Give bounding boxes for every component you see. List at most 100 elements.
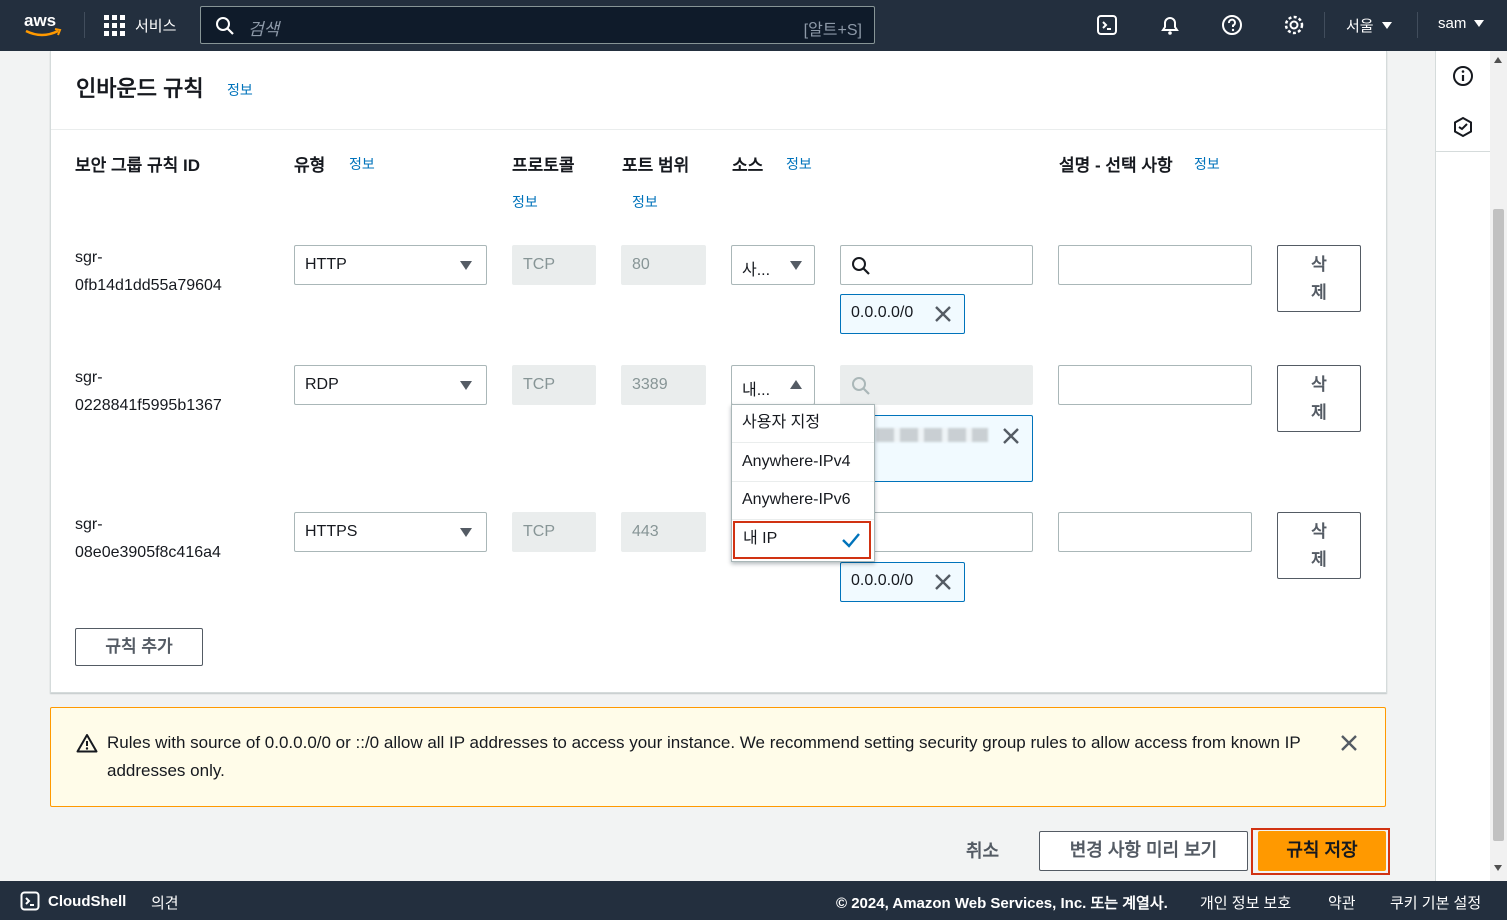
dropdown-option-anywhere-ipv4[interactable]: Anywhere-IPv4 <box>732 444 874 482</box>
rule-id-prefix: sgr- <box>75 249 103 266</box>
delete-label-line2: 제 <box>1311 550 1327 569</box>
cloudshell-icon[interactable] <box>1096 14 1118 36</box>
dropdown-option-my-ip[interactable]: 내 IP <box>733 521 871 559</box>
type-select[interactable]: HTTP <box>294 245 487 285</box>
rule-id: sgr- 0fb14d1dd55a79604 <box>75 244 222 300</box>
col-description: 설명 - 선택 사항 <box>1059 156 1173 175</box>
source-value: 사... <box>742 262 771 279</box>
panel-header: 인바운드 규칙 정보 <box>51 51 1386 130</box>
status-icon[interactable] <box>1452 116 1474 138</box>
close-icon[interactable] <box>934 573 952 591</box>
delete-label-line2: 제 <box>1311 283 1327 302</box>
redacted-ip <box>876 428 988 442</box>
delete-button[interactable]: 삭 제 <box>1277 245 1361 312</box>
rule-id-value: 08e0e3905f8c416a4 <box>75 544 221 561</box>
feedback-link[interactable]: 의견 <box>151 892 179 913</box>
source-dropdown-menu: 사용자 지정 Anywhere-IPv4 Anywhere-IPv6 내 IP <box>731 404 875 562</box>
services-menu[interactable]: 서비스 <box>104 15 176 36</box>
footer: CloudShell 의견 © 2024, Amazon Web Service… <box>0 881 1507 920</box>
close-icon[interactable] <box>1002 427 1020 445</box>
right-rail <box>1435 51 1491 881</box>
caret-down-icon <box>460 381 472 390</box>
scroll-down-arrow[interactable] <box>1494 865 1502 871</box>
cookie-preferences-link[interactable]: 쿠키 기본 설정 <box>1390 892 1481 913</box>
port-value: 443 <box>632 523 659 540</box>
cidr-token: 0.0.0.0/0 <box>840 562 965 602</box>
preview-changes-button[interactable]: 변경 사항 미리 보기 <box>1039 831 1248 871</box>
add-rule-button[interactable]: 규칙 추가 <box>75 628 203 666</box>
nav-divider <box>84 12 85 38</box>
delete-label-line1: 삭 <box>1311 375 1327 394</box>
user-menu[interactable]: sam <box>1438 15 1485 32</box>
cloudshell-link[interactable]: CloudShell <box>20 891 126 911</box>
gear-icon[interactable] <box>1283 14 1305 36</box>
cidr-search-input[interactable] <box>840 245 1033 285</box>
port-info-link[interactable]: 정보 <box>632 192 658 212</box>
type-select[interactable]: RDP <box>294 365 487 405</box>
panel-info-link[interactable]: 정보 <box>227 80 253 100</box>
description-info-link[interactable]: 정보 <box>1194 154 1220 174</box>
copyright: © 2024, Amazon Web Services, Inc. 또는 계열사… <box>836 895 1168 912</box>
warning-icon <box>76 734 98 753</box>
scrollbar[interactable] <box>1490 51 1507 881</box>
port-field: 3389 <box>621 365 706 405</box>
col-port-range: 포트 범위 <box>622 156 690 175</box>
close-icon[interactable] <box>934 305 952 323</box>
cancel-button[interactable]: 취소 <box>966 837 999 863</box>
protocol-info-link[interactable]: 정보 <box>512 192 538 212</box>
dropdown-option-custom[interactable]: 사용자 지정 <box>732 405 874 443</box>
delete-button[interactable]: 삭 제 <box>1277 512 1361 579</box>
caret-down-icon <box>1474 20 1485 27</box>
region-selector[interactable]: 서울 <box>1346 15 1392 36</box>
delete-button[interactable]: 삭 제 <box>1277 365 1361 432</box>
type-value: HTTP <box>305 256 347 273</box>
source-info-link[interactable]: 정보 <box>786 154 812 174</box>
close-icon[interactable] <box>1339 733 1359 753</box>
protocol-field: TCP <box>512 245 596 285</box>
region-label: 서울 <box>1346 18 1374 35</box>
delete-label-line2: 제 <box>1311 403 1327 422</box>
search-icon <box>852 377 870 395</box>
bell-icon[interactable] <box>1159 14 1181 36</box>
help-icon[interactable] <box>1221 14 1243 36</box>
rule-id-value: 0fb14d1dd55a79604 <box>75 277 222 294</box>
dropdown-option-anywhere-ipv6[interactable]: Anywhere-IPv6 <box>732 482 874 520</box>
rule-id-prefix: sgr- <box>75 516 103 533</box>
description-input[interactable] <box>1058 245 1252 285</box>
info-icon[interactable] <box>1452 65 1474 87</box>
type-info-link[interactable]: 정보 <box>349 154 375 174</box>
services-label: 서비스 <box>135 18 177 35</box>
scroll-thumb[interactable] <box>1493 209 1504 841</box>
port-field: 443 <box>621 512 706 552</box>
rule-id-value: 0228841f5995b1367 <box>75 397 222 414</box>
source-select[interactable]: 사... <box>731 245 815 285</box>
protocol-value: TCP <box>523 523 555 540</box>
description-input[interactable] <box>1058 512 1252 552</box>
delete-label-line1: 삭 <box>1311 522 1327 541</box>
protocol-field: TCP <box>512 512 596 552</box>
warning-text: Rules with source of 0.0.0.0/0 or ::/0 a… <box>107 733 1301 780</box>
aws-logo[interactable]: aws <box>22 10 64 40</box>
scroll-up-arrow[interactable] <box>1494 57 1502 63</box>
description-input[interactable] <box>1058 365 1252 405</box>
terms-link[interactable]: 약관 <box>1328 892 1356 913</box>
source-value: 내... <box>742 382 771 399</box>
svg-text:aws: aws <box>24 11 56 30</box>
cloudshell-icon <box>20 891 40 911</box>
cidr-token: 0.0.0.0/0 <box>840 294 965 334</box>
type-value: HTTPS <box>305 523 358 540</box>
search-placeholder: 검색 <box>248 20 280 39</box>
privacy-link[interactable]: 개인 정보 보호 <box>1200 892 1291 913</box>
type-select[interactable]: HTTPS <box>294 512 487 552</box>
save-rules-button[interactable]: 규칙 저장 <box>1258 831 1386 871</box>
nav-divider <box>1324 12 1325 38</box>
col-protocol: 프로토콜 <box>512 156 575 175</box>
nav-divider <box>1417 12 1418 38</box>
search-input[interactable]: 검색 [알트+S] <box>200 6 875 44</box>
cidr-search-input <box>840 365 1033 405</box>
check-icon <box>842 533 860 548</box>
protocol-value: TCP <box>523 256 555 273</box>
protocol-field: TCP <box>512 365 596 405</box>
dropdown-option-label: 내 IP <box>743 530 778 547</box>
source-select[interactable]: 내... <box>731 365 815 405</box>
